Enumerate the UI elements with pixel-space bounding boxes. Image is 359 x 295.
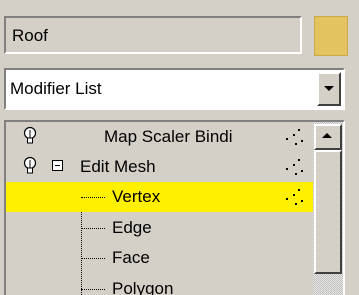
stack-item-label: Edge [112, 218, 152, 237]
scroll-up-button[interactable] [314, 124, 342, 150]
tree-branch [81, 258, 105, 259]
stack-item-label: Polygon [112, 279, 174, 295]
chevron-up-icon [322, 133, 332, 138]
stack-item-label: Face [112, 248, 150, 267]
stack-item-label: Vertex [112, 187, 161, 206]
stack-item-map-scaler[interactable]: Map Scaler Bindi [6, 122, 313, 152]
modifier-stack-list[interactable]: Map Scaler Bindi Edit Mesh Vertex Edge F… [4, 120, 345, 295]
object-name-field[interactable]: Roof [4, 16, 302, 54]
dropdown-arrow-button[interactable] [317, 72, 341, 106]
stack-item-label: Map Scaler Bindi [104, 127, 233, 146]
stack-item-vertex[interactable]: Vertex [6, 182, 313, 212]
modifier-list-dropdown[interactable]: Modifier List [4, 68, 345, 110]
collapse-icon[interactable] [52, 160, 63, 171]
stack-item-edge[interactable]: Edge [6, 213, 313, 243]
chevron-down-icon [324, 86, 334, 91]
stack-item-polygon[interactable]: Polygon [6, 274, 313, 295]
stack-item-edit-mesh[interactable]: Edit Mesh [6, 152, 313, 182]
tree-branch [81, 228, 105, 229]
vertical-scrollbar[interactable] [313, 122, 343, 295]
stack-item-face[interactable]: Face [6, 243, 313, 273]
object-name-text: Roof [12, 26, 48, 45]
stack-item-label: Edit Mesh [80, 157, 156, 176]
modifier-list-label: Modifier List [10, 79, 102, 98]
tree-branch [81, 197, 105, 198]
tree-branch [81, 289, 105, 290]
object-color-swatch[interactable] [314, 16, 348, 56]
scrollbar-thumb[interactable] [314, 150, 342, 274]
